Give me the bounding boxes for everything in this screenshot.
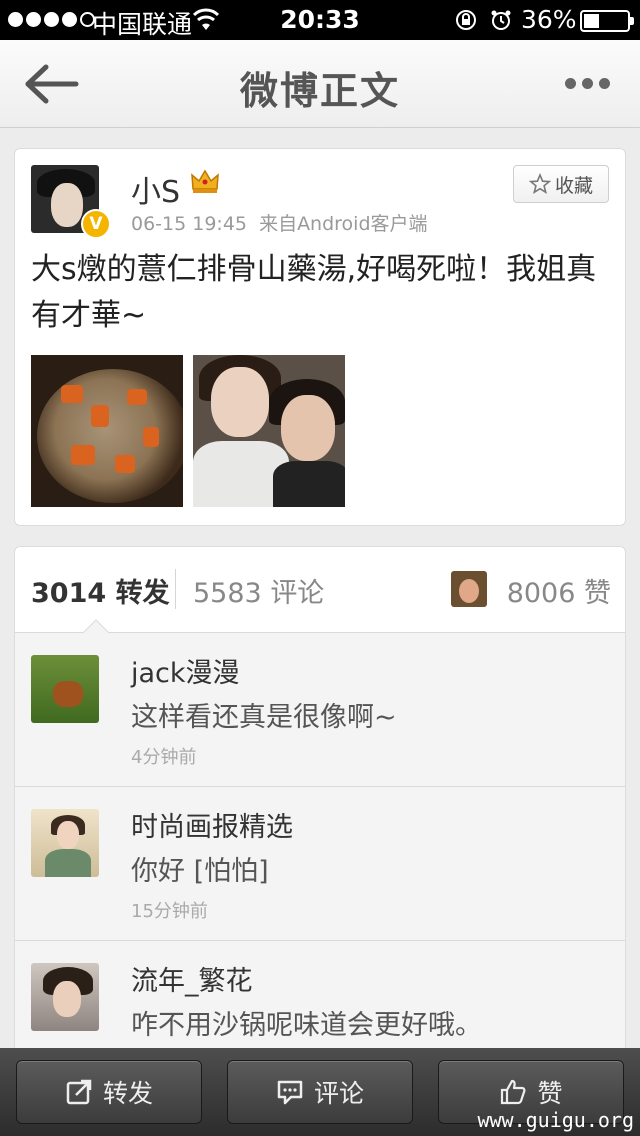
commenter-name[interactable]: jack漫漫	[131, 651, 240, 690]
battery-icon	[580, 10, 634, 32]
liker-avatar[interactable]	[451, 571, 487, 607]
nav-bar: 微博正文	[0, 40, 640, 128]
comment-text: 你好 [怕怕]	[131, 856, 269, 887]
alarm-icon	[491, 10, 511, 30]
comments-card: 3014 转发 5583 评论 8006 赞 jack漫漫 这样看还真是很像啊~…	[14, 546, 626, 1066]
repost-label: 转发	[102, 1079, 153, 1108]
watermark: www.guigu.org	[477, 1108, 634, 1132]
comment-button[interactable]: 评论	[227, 1060, 413, 1124]
stats-bar: 3014 转发 5583 评论 8006 赞	[15, 547, 625, 633]
post-source: 来自Android客户端	[259, 213, 428, 235]
repost-button[interactable]: 转发	[16, 1060, 202, 1124]
thumbs-up-icon	[501, 1079, 526, 1105]
commenter-name[interactable]: 时尚画报精选	[131, 805, 293, 844]
comment-label: 评论	[313, 1079, 364, 1108]
status-bar: 中国联通 20:33 36%	[0, 0, 640, 40]
commenter-name[interactable]: 流年_繁花	[131, 959, 253, 998]
comment-time: 15分钟前	[131, 901, 208, 922]
comment-list: jack漫漫 这样看还真是很像啊~ 4分钟前 时尚画报精选 你好 [怕怕] 15…	[15, 633, 625, 1065]
comment-icon	[277, 1080, 303, 1105]
comment-text: 这样看还真是很像啊~	[131, 702, 397, 733]
post-timestamp: 06-15 19:45	[131, 213, 248, 235]
like-label: 赞	[537, 1079, 563, 1108]
repost-icon	[66, 1079, 92, 1105]
comment-text: 咋不用沙锅呢味道会更好哦。	[131, 1010, 482, 1041]
commenter-avatar[interactable]	[31, 963, 99, 1031]
post-image-soup[interactable]	[31, 355, 183, 507]
post-meta: 06-15 19:45 来自Android客户端	[131, 209, 428, 236]
more-dots-icon[interactable]	[565, 78, 610, 89]
weibo-post: V 小S 06-15 19:45 来自Android客户端 收藏 大s燉的薏仁排…	[14, 148, 626, 526]
commenter-avatar[interactable]	[31, 809, 99, 877]
tab-reposts[interactable]: 3014 转发	[31, 571, 170, 610]
bottom-toolbar: 转发 评论 赞 www.guigu.org	[0, 1048, 640, 1136]
favorite-button[interactable]: 收藏	[513, 165, 609, 203]
post-image-selfie[interactable]	[193, 355, 345, 507]
post-text: 大s燉的薏仁排骨山藥湯,好喝死啦！我姐真有才華~	[31, 252, 597, 333]
page-title: 微博正文	[239, 69, 400, 113]
battery-percent: 36%	[521, 5, 577, 34]
crown-icon	[191, 169, 219, 193]
commenter-avatar[interactable]	[31, 655, 99, 723]
comment-time: 4分钟前	[131, 747, 197, 768]
tab-likes[interactable]: 8006 赞	[507, 571, 611, 610]
rotation-lock-icon	[456, 10, 476, 30]
divider	[175, 569, 176, 609]
comment-item[interactable]: 时尚画报精选 你好 [怕怕] 15分钟前	[15, 787, 625, 941]
author-name[interactable]: 小S	[131, 167, 180, 211]
star-icon	[528, 173, 551, 195]
verified-badge-icon: V	[81, 209, 111, 239]
favorite-label: 收藏	[554, 174, 593, 197]
tab-comments[interactable]: 5583 评论	[193, 571, 324, 610]
comment-item[interactable]: jack漫漫 这样看还真是很像啊~ 4分钟前	[15, 633, 625, 787]
